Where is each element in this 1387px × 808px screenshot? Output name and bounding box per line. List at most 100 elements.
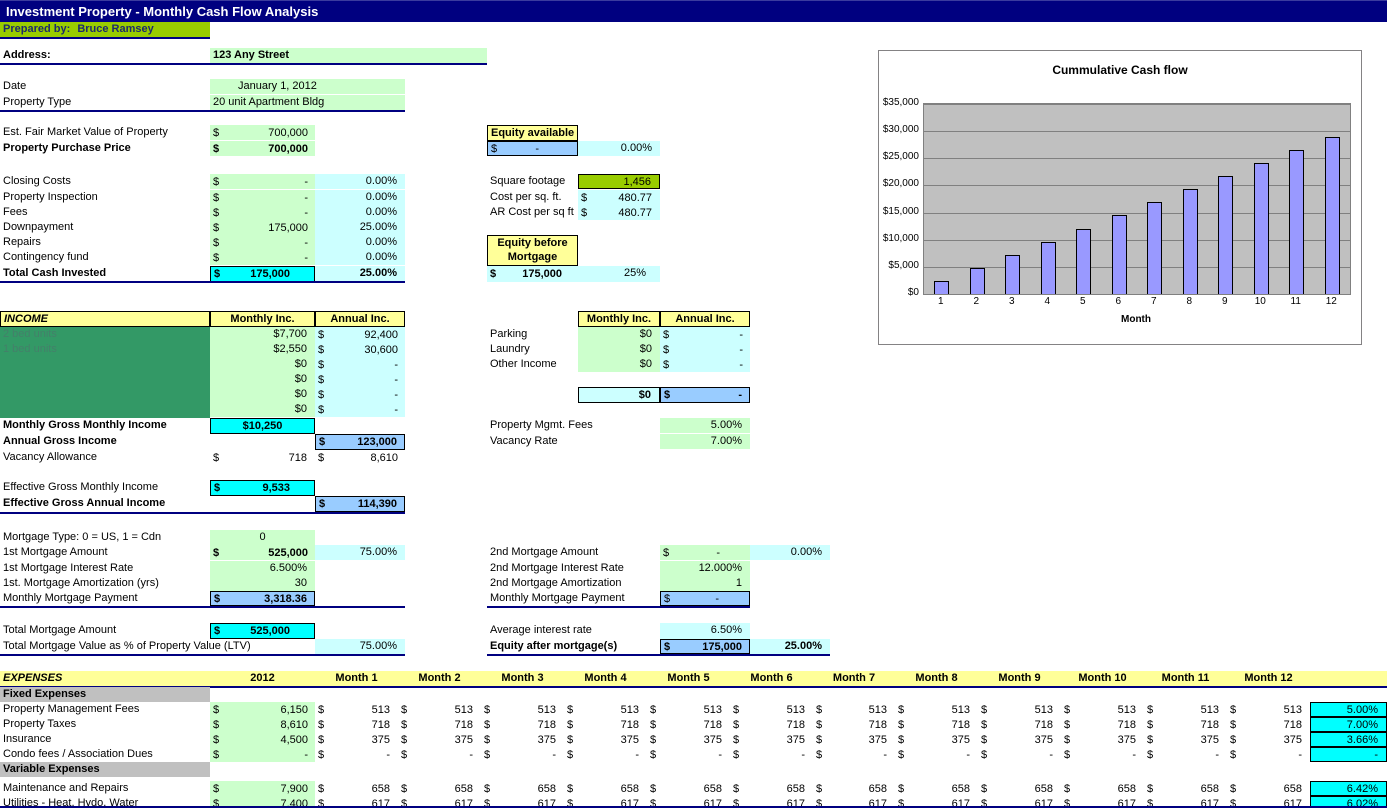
expense-month-cell[interactable]: $658 bbox=[1061, 781, 1144, 796]
purchase-price-value-cell[interactable]: $700,000 bbox=[210, 141, 315, 156]
equity-available-pct-cell[interactable]: 0.00% bbox=[578, 141, 660, 156]
cash-invested-row-pct-cell[interactable]: 0.00% bbox=[315, 205, 405, 220]
mortgage1-amount-cell[interactable]: $525,000 bbox=[210, 545, 315, 560]
expense-month-cell[interactable]: $718 bbox=[1144, 717, 1227, 732]
cash-invested-row-value-cell[interactable]: $175,000 bbox=[210, 220, 315, 235]
fmv-value-cell[interactable]: $700,000 bbox=[210, 125, 315, 140]
ar-cost-per-sqft-cell[interactable]: $480.77 bbox=[578, 205, 660, 220]
expense-month-cell[interactable]: $718 bbox=[1061, 717, 1144, 732]
total-cash-invested-value-cell[interactable]: $175,000 bbox=[210, 266, 315, 282]
expense-pct-cell[interactable]: 6.42% bbox=[1310, 781, 1387, 796]
expense-month-cell[interactable]: $- bbox=[1144, 747, 1227, 762]
expense-month-cell[interactable]: $513 bbox=[315, 702, 398, 717]
square-footage-cell[interactable]: 1,456 bbox=[578, 174, 660, 189]
mortgage1-payment-cell[interactable]: $3,318.36 bbox=[210, 591, 315, 606]
cash-invested-row-value-cell[interactable]: $- bbox=[210, 174, 315, 189]
expense-month-cell[interactable]: $513 bbox=[647, 702, 730, 717]
date-value-cell[interactable]: January 1, 2012 bbox=[210, 79, 405, 94]
income-unit-monthly-cell[interactable]: $0 bbox=[210, 387, 315, 402]
other-income-total-monthly-cell[interactable]: $0 bbox=[578, 387, 660, 403]
expense-month-cell[interactable]: $- bbox=[315, 747, 398, 762]
mortgage1-amount-pct-cell[interactable]: 75.00% bbox=[315, 545, 405, 560]
expense-month-cell[interactable]: $- bbox=[978, 747, 1061, 762]
cost-per-sqft-cell[interactable]: $480.77 bbox=[578, 190, 660, 205]
vacancy-allowance-annual-cell[interactable]: $8,610 bbox=[315, 450, 405, 465]
expense-month-cell[interactable]: $375 bbox=[315, 732, 398, 747]
other-income-monthly-cell[interactable]: $0 bbox=[578, 342, 660, 357]
equity-before-pct-cell[interactable]: 25% bbox=[578, 266, 660, 282]
property-type-value-cell[interactable]: 20 unit Apartment Bldg bbox=[210, 95, 405, 110]
equity-available-value-cell[interactable]: $- bbox=[487, 141, 578, 156]
expense-month-cell[interactable]: $718 bbox=[978, 717, 1061, 732]
income-unit-annual-cell[interactable]: $- bbox=[315, 372, 405, 387]
expense-month-cell[interactable]: $718 bbox=[647, 717, 730, 732]
income-unit-monthly-cell[interactable]: $0 bbox=[210, 357, 315, 372]
expense-month-cell[interactable]: $375 bbox=[398, 732, 481, 747]
expense-pct-cell[interactable]: 5.00% bbox=[1310, 702, 1387, 717]
expense-month-cell[interactable]: $718 bbox=[564, 717, 647, 732]
cash-invested-row-value-cell[interactable]: $- bbox=[210, 235, 315, 250]
expense-month-cell[interactable]: $375 bbox=[1061, 732, 1144, 747]
expense-year-cell[interactable]: $- bbox=[210, 747, 315, 762]
expense-year-cell[interactable]: $7,900 bbox=[210, 781, 315, 796]
expense-month-cell[interactable]: $- bbox=[730, 747, 813, 762]
expense-month-cell[interactable]: $513 bbox=[895, 702, 978, 717]
mortgage2-amortization-cell[interactable]: 1 bbox=[660, 576, 750, 591]
income-unit-annual-cell[interactable]: $92,400 bbox=[315, 327, 405, 342]
expense-month-cell[interactable]: $375 bbox=[895, 732, 978, 747]
income-unit-monthly-cell[interactable]: $0 bbox=[210, 372, 315, 387]
expense-pct-cell[interactable]: 3.66% bbox=[1310, 732, 1387, 747]
income-unit-annual-cell[interactable]: $- bbox=[315, 357, 405, 372]
expense-month-cell[interactable]: $375 bbox=[1144, 732, 1227, 747]
expense-month-cell[interactable]: $- bbox=[1227, 747, 1310, 762]
other-income-annual-cell[interactable]: $- bbox=[660, 357, 750, 372]
expense-month-cell[interactable]: $658 bbox=[647, 781, 730, 796]
mortgage2-amount-pct-cell[interactable]: 0.00% bbox=[750, 545, 830, 560]
cash-invested-row-pct-cell[interactable]: 0.00% bbox=[315, 250, 405, 265]
mortgage2-rate-cell[interactable]: 12.000% bbox=[660, 561, 750, 576]
avg-interest-rate-cell[interactable]: 6.50% bbox=[660, 623, 750, 639]
equity-after-mortgage-pct-cell[interactable]: 25.00% bbox=[750, 639, 830, 654]
gross-monthly-income-cell[interactable]: $10,250 bbox=[210, 418, 315, 434]
mortgage2-payment-cell[interactable]: $- bbox=[660, 591, 750, 606]
expense-month-cell[interactable]: $513 bbox=[1061, 702, 1144, 717]
expense-month-cell[interactable]: $- bbox=[398, 747, 481, 762]
expense-month-cell[interactable]: $375 bbox=[730, 732, 813, 747]
expense-month-cell[interactable]: $658 bbox=[978, 781, 1061, 796]
cash-invested-row-value-cell[interactable]: $- bbox=[210, 205, 315, 220]
cash-invested-row-pct-cell[interactable]: 0.00% bbox=[315, 235, 405, 250]
expense-month-cell[interactable]: $658 bbox=[895, 781, 978, 796]
cash-invested-row-value-cell[interactable]: $- bbox=[210, 190, 315, 205]
expense-month-cell[interactable]: $658 bbox=[564, 781, 647, 796]
expense-month-cell[interactable]: $718 bbox=[481, 717, 564, 732]
effective-gross-annual-cell[interactable]: $114,390 bbox=[315, 496, 405, 512]
other-income-monthly-cell[interactable]: $0 bbox=[578, 357, 660, 372]
income-unit-monthly-cell[interactable]: $2,550 bbox=[210, 342, 315, 357]
expense-month-cell[interactable]: $658 bbox=[730, 781, 813, 796]
cash-invested-row-pct-cell[interactable]: 0.00% bbox=[315, 190, 405, 205]
expense-month-cell[interactable]: $375 bbox=[978, 732, 1061, 747]
expense-pct-cell[interactable]: - bbox=[1310, 747, 1387, 762]
expense-month-cell[interactable]: $513 bbox=[1227, 702, 1310, 717]
expense-month-cell[interactable]: $513 bbox=[564, 702, 647, 717]
expense-month-cell[interactable]: $513 bbox=[481, 702, 564, 717]
expense-month-cell[interactable]: $375 bbox=[481, 732, 564, 747]
expense-month-cell[interactable]: $- bbox=[647, 747, 730, 762]
cash-invested-row-pct-cell[interactable]: 25.00% bbox=[315, 220, 405, 235]
vacancy-rate-cell[interactable]: 7.00% bbox=[660, 434, 750, 449]
expense-month-cell[interactable]: $- bbox=[1061, 747, 1144, 762]
expense-month-cell[interactable]: $718 bbox=[398, 717, 481, 732]
expense-month-cell[interactable]: $513 bbox=[1144, 702, 1227, 717]
other-income-annual-cell[interactable]: $- bbox=[660, 342, 750, 357]
expense-month-cell[interactable]: $375 bbox=[813, 732, 895, 747]
equity-after-mortgage-cell[interactable]: $175,000 bbox=[660, 639, 750, 654]
expense-month-cell[interactable]: $375 bbox=[564, 732, 647, 747]
total-mortgage-amount-cell[interactable]: $525,000 bbox=[210, 623, 315, 639]
mortgage1-rate-cell[interactable]: 6.500% bbox=[210, 561, 315, 576]
expense-month-cell[interactable]: $513 bbox=[813, 702, 895, 717]
expense-month-cell[interactable]: $658 bbox=[398, 781, 481, 796]
expense-pct-cell[interactable]: 7.00% bbox=[1310, 717, 1387, 732]
address-value-cell[interactable]: 123 Any Street bbox=[210, 48, 487, 63]
mortgage1-amortization-cell[interactable]: 30 bbox=[210, 576, 315, 591]
expense-month-cell[interactable]: $718 bbox=[1227, 717, 1310, 732]
